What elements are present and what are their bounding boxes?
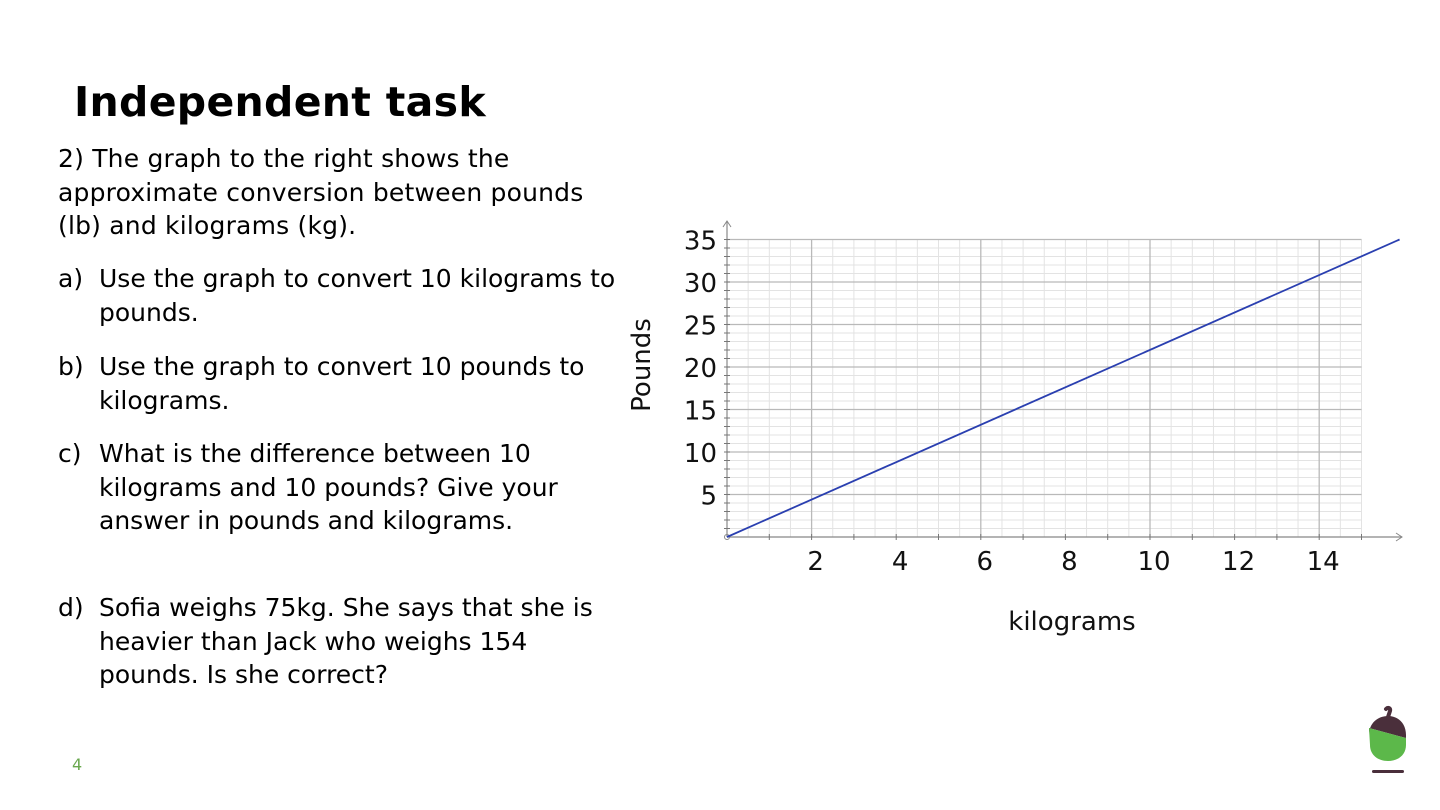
x-tick-label: 14 — [1307, 547, 1340, 577]
x-tick-label: 12 — [1222, 547, 1255, 577]
series-layer — [726, 238, 1400, 538]
grid-minor — [727, 239, 1362, 537]
y-tick-label: 30 — [684, 269, 717, 299]
y-tick-label: 10 — [684, 439, 717, 469]
page-number: 4 — [72, 755, 83, 774]
acorn-icon — [1366, 705, 1410, 781]
x-tick-label: 4 — [892, 547, 909, 577]
conversion-chart: 2 4 6 8 10 12 14 5 10 15 20 25 30 35 kilograms Pounds — [627, 220, 1403, 637]
tick-labels: 2 4 6 8 10 12 14 5 10 15 20 25 30 35 — [684, 227, 1340, 578]
x-axis-title: kilograms — [1008, 607, 1135, 637]
y-tick-label: 5 — [700, 482, 717, 512]
y-tick-label: 25 — [684, 312, 717, 342]
x-tick-label: 10 — [1137, 547, 1170, 577]
y-axis-title: Pounds — [627, 318, 657, 412]
series-line-conversion — [726, 238, 1400, 538]
x-tick-label: 6 — [977, 547, 994, 577]
x-tick-label: 2 — [807, 547, 824, 577]
x-tick-label: 8 — [1061, 547, 1078, 577]
y-tick-label: 35 — [684, 227, 717, 257]
y-tick-label: 20 — [684, 354, 717, 384]
y-tick-label: 15 — [684, 397, 717, 427]
